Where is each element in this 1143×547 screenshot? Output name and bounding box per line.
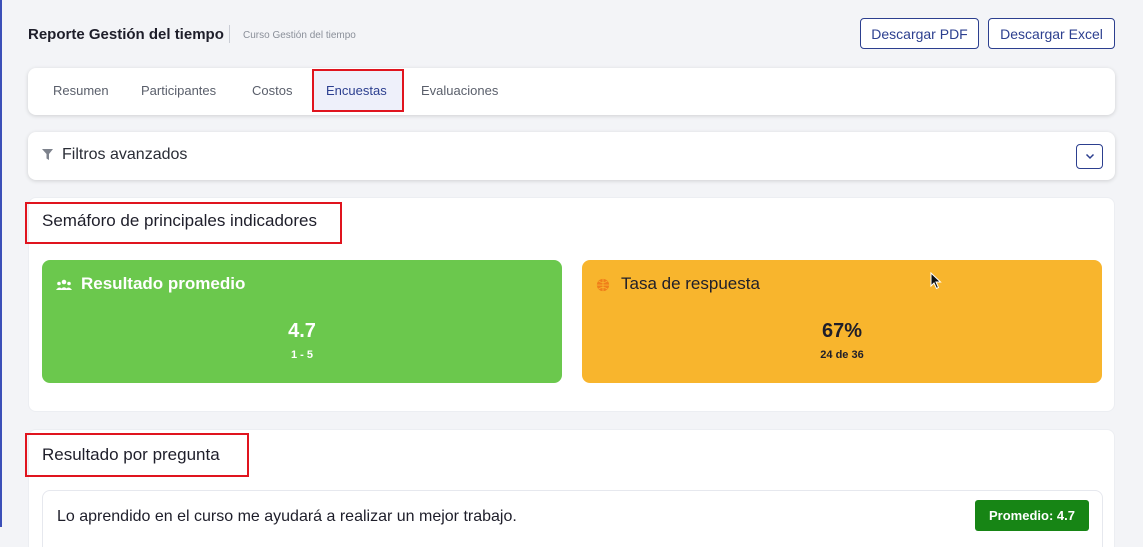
advanced-filters-bar[interactable]: Filtros avanzados bbox=[28, 132, 1115, 180]
indicators-panel: Semáforo de principales indicadores Resu… bbox=[25, 197, 1115, 412]
globe-icon bbox=[596, 278, 610, 292]
left-accent-rule bbox=[0, 0, 2, 527]
tab-bar: Resumen Participantes Costos Encuestas E… bbox=[28, 68, 1115, 115]
report-page: Reporte Gestión del tiempo Curso Gestión… bbox=[0, 0, 1143, 547]
filters-label: Filtros avanzados bbox=[62, 146, 188, 163]
tab-resumen[interactable]: Resumen bbox=[53, 83, 109, 98]
annotation-box-results bbox=[25, 433, 249, 477]
average-result-value: 4.7 bbox=[288, 320, 316, 342]
question-card: Lo aprendido en el curso me ayudará a re… bbox=[42, 490, 1103, 547]
tab-costos[interactable]: Costos bbox=[252, 83, 292, 98]
annotation-box-indicators bbox=[25, 202, 342, 244]
mouse-cursor-icon bbox=[930, 272, 942, 290]
annotation-box-tab bbox=[312, 69, 404, 112]
header-divider bbox=[229, 25, 230, 43]
response-rate-count: 24 de 36 bbox=[820, 349, 864, 361]
response-rate-card: Tasa de respuesta 67% 24 de 36 bbox=[582, 260, 1102, 383]
download-pdf-button[interactable]: Descargar PDF bbox=[860, 18, 979, 49]
filter-icon bbox=[42, 149, 53, 160]
download-excel-button[interactable]: Descargar Excel bbox=[988, 18, 1115, 49]
users-icon bbox=[56, 279, 72, 290]
page-subtitle: Curso Gestión del tiempo bbox=[243, 30, 356, 41]
tab-evaluaciones[interactable]: Evaluaciones bbox=[421, 83, 498, 98]
response-rate-value: 67% bbox=[821, 320, 863, 342]
average-result-card: Resultado promedio 4.7 1 - 5 bbox=[42, 260, 562, 383]
response-rate-title: Tasa de respuesta bbox=[621, 274, 760, 293]
average-badge: Promedio: 4.7 bbox=[975, 500, 1089, 531]
filters-toggle-button[interactable] bbox=[1076, 144, 1103, 169]
tab-participantes[interactable]: Participantes bbox=[141, 83, 216, 98]
average-result-scale: 1 - 5 bbox=[290, 349, 313, 361]
page-title: Reporte Gestión del tiempo bbox=[28, 26, 224, 43]
results-by-question-panel: Resultado por pregunta Lo aprendido en e… bbox=[25, 429, 1115, 547]
question-text: Lo aprendido en el curso me ayudará a re… bbox=[57, 508, 517, 525]
chevron-down-icon bbox=[1085, 153, 1094, 160]
average-result-title: Resultado promedio bbox=[81, 274, 246, 293]
